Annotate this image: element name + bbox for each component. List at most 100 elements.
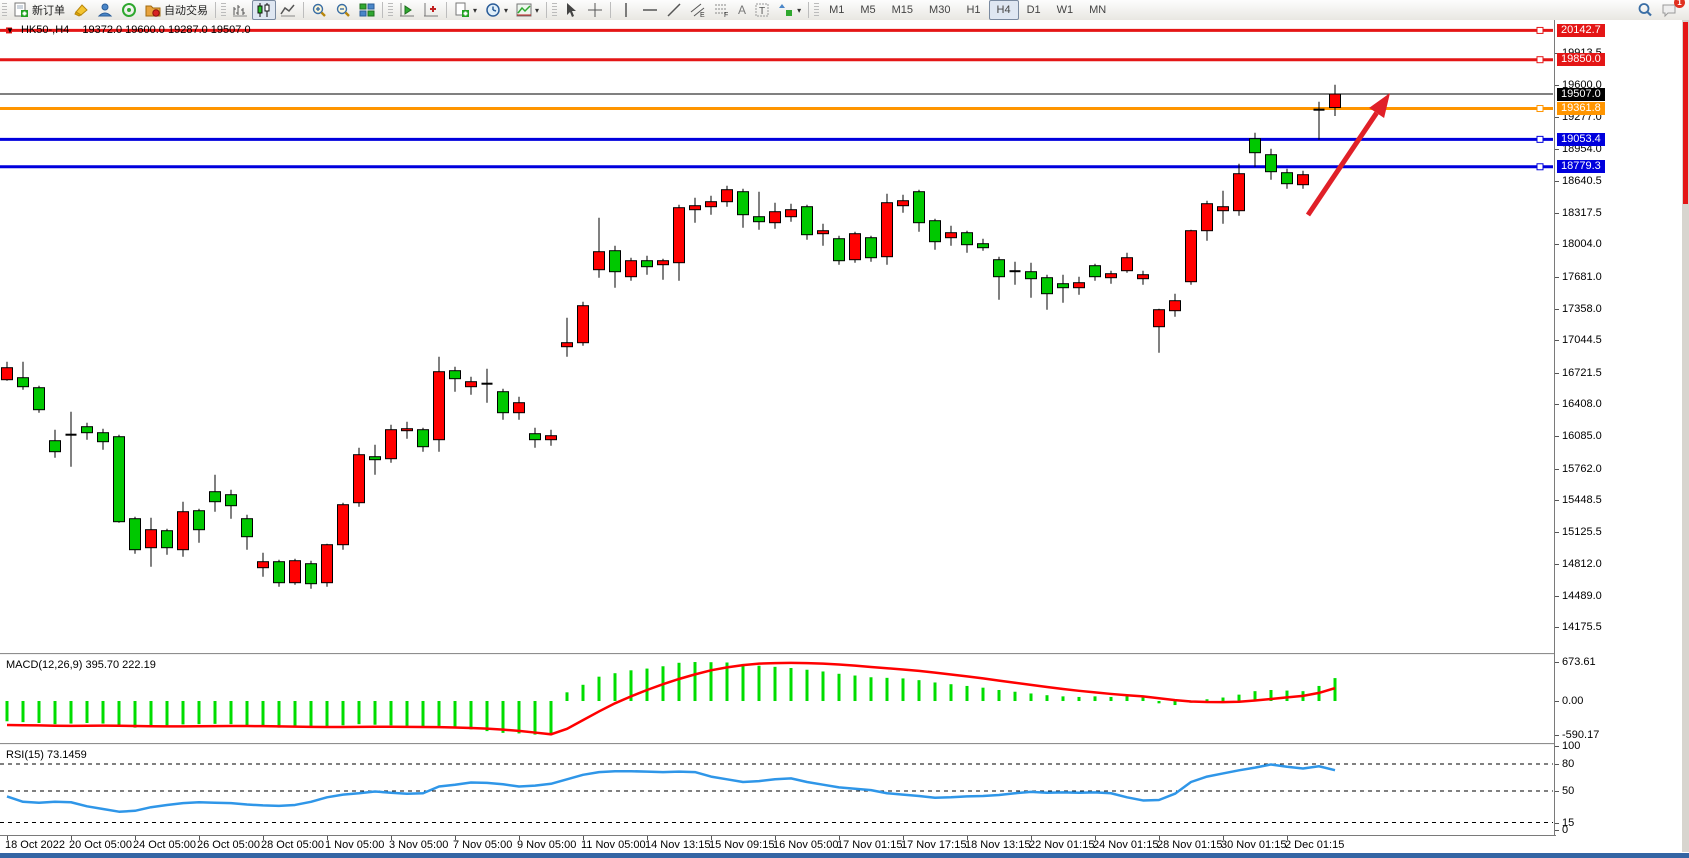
timeframe-button-w1[interactable]: W1 bbox=[1049, 0, 1082, 20]
timeframe-label: MN bbox=[1085, 4, 1110, 16]
eraser-button[interactable] bbox=[69, 0, 93, 20]
horizontal-line-tool-button[interactable] bbox=[638, 0, 662, 20]
time-tick-label: 30 Nov 01:15 bbox=[1221, 839, 1286, 851]
symbol-period-label: HK50-,H4 bbox=[21, 24, 69, 36]
fibonacci-tool-button[interactable]: F bbox=[710, 0, 734, 20]
add-chart-button[interactable] bbox=[419, 0, 443, 20]
text-tool-button[interactable]: A bbox=[734, 0, 750, 20]
tile-windows-button[interactable] bbox=[355, 0, 379, 20]
bull-candle bbox=[658, 261, 669, 265]
signal-button[interactable] bbox=[117, 0, 141, 20]
timeframe-button-m15[interactable]: M15 bbox=[884, 0, 921, 20]
candlestick-chart-button[interactable] bbox=[252, 0, 276, 20]
period-clock-button[interactable]: ▾ bbox=[481, 0, 512, 20]
bull-candle bbox=[1218, 207, 1229, 211]
price-tick-label: 15448.5 bbox=[1562, 494, 1602, 506]
bear-candle bbox=[962, 233, 973, 245]
crosshair-tool-button[interactable] bbox=[583, 0, 607, 20]
line-handle[interactable] bbox=[1537, 57, 1543, 63]
timeframe-button-mn[interactable]: MN bbox=[1081, 0, 1114, 20]
shapes-icon bbox=[778, 2, 794, 18]
macd-pane[interactable] bbox=[0, 655, 1556, 743]
chart-menu-icon[interactable]: ▼ bbox=[6, 26, 14, 35]
toolbar-grip[interactable] bbox=[388, 3, 393, 17]
price-line-badge: 19507.0 bbox=[1557, 88, 1605, 101]
auto-trade-button[interactable]: 自动交易 bbox=[141, 0, 212, 20]
bull-candle bbox=[354, 455, 365, 503]
notifications-button[interactable]: 1 bbox=[1657, 0, 1681, 20]
bear-candle bbox=[450, 371, 461, 379]
price-line-badge: 19850.0 bbox=[1557, 53, 1605, 66]
time-tick-label: 11 Nov 05:00 bbox=[581, 839, 646, 851]
bear-candle bbox=[530, 434, 541, 440]
line-chart-button[interactable] bbox=[276, 0, 300, 20]
time-tick-label: 14 Nov 13:15 bbox=[645, 839, 710, 851]
toolbar-separator bbox=[546, 2, 547, 18]
toolbar-grip[interactable] bbox=[814, 3, 819, 17]
zoom-out-button[interactable] bbox=[331, 0, 355, 20]
macd-tick-mark bbox=[1555, 735, 1559, 736]
price-line-badge: 20142.7 bbox=[1557, 24, 1605, 37]
label-tool-button[interactable]: T bbox=[750, 0, 774, 20]
toolbar-grip[interactable] bbox=[221, 3, 226, 17]
timeframe-button-h4[interactable]: H4 bbox=[989, 0, 1019, 20]
horizontal-line-icon bbox=[642, 2, 658, 18]
community-button[interactable] bbox=[93, 0, 117, 20]
bull-candle bbox=[1170, 301, 1181, 311]
timeframe-button-h1[interactable]: H1 bbox=[958, 0, 988, 20]
chart-profile-button[interactable]: ▾ bbox=[512, 0, 543, 20]
clock-icon bbox=[485, 2, 501, 18]
bear-candle bbox=[610, 251, 621, 272]
time-tick-label: 16 Nov 05:00 bbox=[773, 839, 838, 851]
cursor-tool-button[interactable] bbox=[559, 0, 583, 20]
vertical-line-tool-button[interactable] bbox=[614, 0, 638, 20]
timeframe-button-m30[interactable]: M30 bbox=[921, 0, 958, 20]
search-button[interactable] bbox=[1633, 0, 1657, 20]
price-chart-pane[interactable] bbox=[0, 20, 1556, 653]
price-tick-mark bbox=[1555, 85, 1559, 86]
bull-candle bbox=[1074, 283, 1085, 288]
bear-candle bbox=[210, 492, 221, 502]
bear-candle bbox=[18, 378, 29, 387]
bull-candle bbox=[786, 210, 797, 217]
indicators-button[interactable] bbox=[395, 0, 419, 20]
shapes-tool-button[interactable]: ▾ bbox=[774, 0, 805, 20]
template-button[interactable]: ▾ bbox=[450, 0, 481, 20]
timeframe-label: M1 bbox=[825, 4, 848, 16]
toolbar-grip[interactable] bbox=[552, 3, 557, 17]
line-handle[interactable] bbox=[1537, 136, 1543, 142]
line-handle[interactable] bbox=[1537, 164, 1543, 170]
bar-chart-button[interactable] bbox=[228, 0, 252, 20]
timeframe-button-m5[interactable]: M5 bbox=[852, 0, 883, 20]
zoom-in-button[interactable] bbox=[307, 0, 331, 20]
rsi-tick-label: 80 bbox=[1562, 758, 1574, 770]
price-axis[interactable]: 19913.519600.019277.018954.018640.518317… bbox=[1554, 20, 1683, 852]
bear-candle bbox=[834, 239, 845, 261]
time-tick-label: 2 Dec 01:15 bbox=[1285, 839, 1344, 851]
price-tick-label: 18004.0 bbox=[1562, 238, 1602, 250]
timeframe-label: W1 bbox=[1053, 4, 1078, 16]
trendline-tool-button[interactable] bbox=[662, 0, 686, 20]
rsi-pane[interactable] bbox=[0, 745, 1556, 835]
line-handle[interactable] bbox=[1537, 106, 1543, 112]
timeframe-button-m1[interactable]: M1 bbox=[821, 0, 852, 20]
time-tick-label: 24 Oct 05:00 bbox=[133, 839, 196, 851]
line-handle[interactable] bbox=[1537, 27, 1543, 33]
time-axis[interactable]: 18 Oct 202220 Oct 05:0024 Oct 05:0026 Oc… bbox=[0, 835, 1556, 853]
new-order-button[interactable]: 新订单 bbox=[9, 0, 69, 20]
channel-tool-button[interactable]: E bbox=[686, 0, 710, 20]
price-tick-label: 14489.0 bbox=[1562, 590, 1602, 602]
trend-arrow-head[interactable] bbox=[1369, 93, 1390, 118]
bull-candle bbox=[386, 430, 397, 459]
price-tick-label: 17358.0 bbox=[1562, 303, 1602, 315]
trend-arrow-shaft[interactable] bbox=[1308, 113, 1377, 215]
price-tick-mark bbox=[1555, 149, 1559, 150]
time-tick-label: 17 Nov 17:15 bbox=[901, 839, 966, 851]
rsi-label: RSI(15) 73.1459 bbox=[6, 749, 87, 761]
bull-candle bbox=[1298, 175, 1309, 185]
price-tick-mark bbox=[1555, 213, 1559, 214]
toolbar-grip[interactable] bbox=[2, 3, 7, 17]
bear-candle bbox=[162, 531, 173, 548]
bull-candle bbox=[690, 206, 701, 210]
timeframe-button-d1[interactable]: D1 bbox=[1019, 0, 1049, 20]
